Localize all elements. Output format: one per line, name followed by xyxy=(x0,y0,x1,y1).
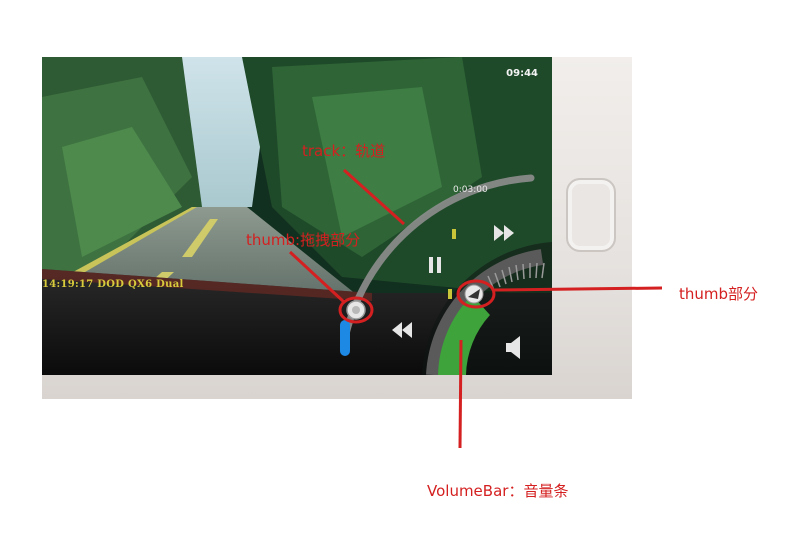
annotation-layer xyxy=(288,168,663,449)
volume-thumb-pointer xyxy=(493,286,663,292)
volume-thumb-label: thumb部分 xyxy=(679,285,759,303)
volume-thumb-highlight xyxy=(456,279,496,309)
volume-bar-label: VolumeBar：音量条 xyxy=(427,482,569,500)
seek-thumb-highlight xyxy=(338,296,374,324)
volume-bar-pointer xyxy=(458,339,463,449)
seek-thumb-label: thumb:拖拽部分 xyxy=(246,231,361,249)
track-label: track：轨道 xyxy=(302,142,386,160)
seek-thumb-pointer xyxy=(288,250,346,304)
track-pointer xyxy=(342,168,406,226)
